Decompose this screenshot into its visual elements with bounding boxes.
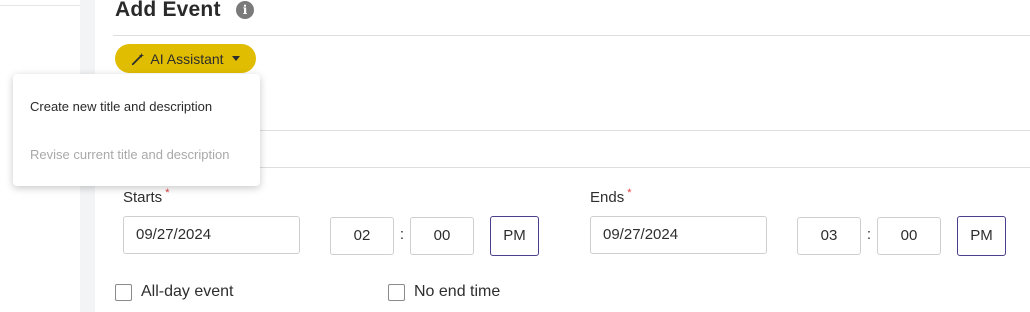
all-day-checkbox[interactable] [115, 284, 132, 301]
end-minute-input[interactable]: 00 [877, 217, 941, 255]
no-end-time-label: No end time [414, 283, 501, 300]
ai-assistant-button[interactable]: AI Assistant [115, 44, 256, 73]
magic-wand-icon [132, 52, 145, 65]
ends-label-text: Ends [590, 189, 625, 206]
end-hour-input[interactable]: 03 [797, 217, 861, 255]
info-icon[interactable]: i [236, 1, 254, 19]
left-panel-divider [0, 5, 80, 6]
start-hour-input[interactable]: 02 [330, 217, 394, 255]
menu-item-revise-title: Revise current title and description [30, 147, 230, 162]
required-asterisk: * [627, 187, 632, 199]
start-ampm-toggle[interactable]: PM [490, 216, 539, 256]
end-ampm-toggle[interactable]: PM [957, 216, 1006, 256]
page-title: Add Event [115, 0, 221, 21]
start-minute-input[interactable]: 00 [410, 217, 474, 255]
starts-label: Starts * [123, 187, 169, 206]
menu-item-create-title[interactable]: Create new title and description [30, 99, 212, 114]
starts-label-text: Starts [123, 189, 163, 206]
start-time-separator: : [399, 226, 405, 243]
ai-assistant-label: AI Assistant [150, 50, 224, 67]
page: Add Event i AI Assistant Starts * 09/27/2… [0, 0, 1030, 312]
no-end-time-checkbox[interactable] [388, 284, 405, 301]
end-time-separator: : [866, 226, 872, 243]
start-date-input[interactable]: 09/27/2024 [123, 216, 300, 254]
ends-label: Ends * [590, 187, 631, 206]
required-asterisk: * [165, 187, 170, 199]
end-date-input[interactable]: 09/27/2024 [590, 216, 767, 254]
title-divider [113, 35, 1030, 36]
all-day-label: All-day event [141, 283, 234, 300]
ai-assistant-menu: Create new title and description Revise … [13, 74, 260, 186]
caret-down-icon [231, 56, 240, 61]
